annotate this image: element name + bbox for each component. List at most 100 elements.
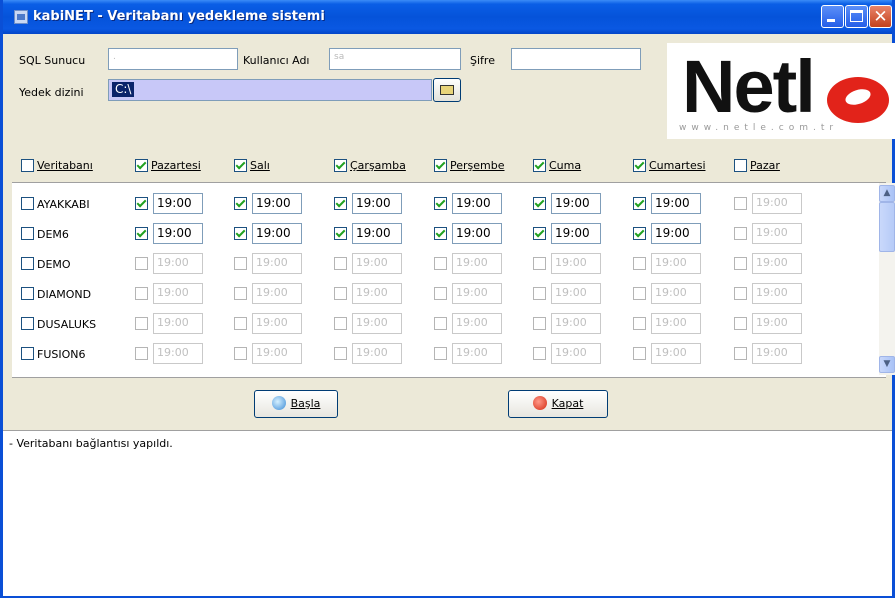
friday-checkbox[interactable] xyxy=(533,227,546,240)
thursday-checkbox[interactable] xyxy=(434,257,447,270)
monday-checkbox[interactable] xyxy=(135,227,148,240)
wednesday-time-input[interactable]: 19:00 xyxy=(352,343,402,364)
header-saturday-checkbox[interactable] xyxy=(633,159,646,172)
sunday-checkbox[interactable] xyxy=(734,257,747,270)
select-all-databases-checkbox[interactable] xyxy=(21,159,34,172)
database-checkbox[interactable] xyxy=(21,317,34,330)
database-checkbox[interactable] xyxy=(21,227,34,240)
tuesday-time-input[interactable]: 19:00 xyxy=(252,283,302,304)
friday-time-input[interactable]: 19:00 xyxy=(551,343,601,364)
wednesday-checkbox[interactable] xyxy=(334,347,347,360)
friday-checkbox[interactable] xyxy=(533,197,546,210)
sunday-time-input[interactable]: 19:00 xyxy=(752,283,802,304)
friday-time-input[interactable]: 19:00 xyxy=(551,253,601,274)
thursday-checkbox[interactable] xyxy=(434,347,447,360)
minimize-button[interactable] xyxy=(821,5,844,28)
tuesday-time-input[interactable]: 19:00 xyxy=(252,223,302,244)
thursday-time-input[interactable]: 19:00 xyxy=(452,223,502,244)
header-wednesday-checkbox[interactable] xyxy=(334,159,347,172)
grid-vertical-scrollbar[interactable]: ▲ ▼ xyxy=(879,183,895,375)
tuesday-time-input[interactable]: 19:00 xyxy=(252,343,302,364)
header-tuesday-checkbox[interactable] xyxy=(234,159,247,172)
thursday-time-input[interactable]: 19:00 xyxy=(452,283,502,304)
close-window-button[interactable]: ✕ xyxy=(869,5,892,28)
monday-time-input[interactable]: 19:00 xyxy=(153,253,203,274)
wednesday-checkbox[interactable] xyxy=(334,257,347,270)
wednesday-time-input[interactable]: 19:00 xyxy=(352,253,402,274)
monday-time-input[interactable]: 19:00 xyxy=(153,283,203,304)
wednesday-checkbox[interactable] xyxy=(334,227,347,240)
saturday-checkbox[interactable] xyxy=(633,197,646,210)
database-checkbox[interactable] xyxy=(21,197,34,210)
saturday-checkbox[interactable] xyxy=(633,257,646,270)
thursday-time-input[interactable]: 19:00 xyxy=(452,343,502,364)
saturday-time-input[interactable]: 19:00 xyxy=(651,283,701,304)
database-checkbox[interactable] xyxy=(21,347,34,360)
browse-folder-button[interactable] xyxy=(433,78,461,102)
thursday-checkbox[interactable] xyxy=(434,227,447,240)
log-panel[interactable]: - Veritabanı bağlantısı yapıldı. xyxy=(3,430,892,596)
header-thursday-checkbox[interactable] xyxy=(434,159,447,172)
monday-checkbox[interactable] xyxy=(135,257,148,270)
thursday-checkbox[interactable] xyxy=(434,197,447,210)
tuesday-checkbox[interactable] xyxy=(234,287,247,300)
thursday-checkbox[interactable] xyxy=(434,287,447,300)
monday-time-input[interactable]: 19:00 xyxy=(153,313,203,334)
scroll-down-icon[interactable]: ▼ xyxy=(879,356,895,373)
tuesday-checkbox[interactable] xyxy=(234,197,247,210)
tuesday-checkbox[interactable] xyxy=(234,257,247,270)
monday-time-input[interactable]: 19:00 xyxy=(153,343,203,364)
saturday-time-input[interactable]: 19:00 xyxy=(651,343,701,364)
wednesday-time-input[interactable]: 19:00 xyxy=(352,283,402,304)
thursday-time-input[interactable]: 19:00 xyxy=(452,193,502,214)
database-checkbox[interactable] xyxy=(21,257,34,270)
monday-checkbox[interactable] xyxy=(135,197,148,210)
wednesday-time-input[interactable]: 19:00 xyxy=(352,223,402,244)
tuesday-time-input[interactable]: 19:00 xyxy=(252,193,302,214)
tuesday-checkbox[interactable] xyxy=(234,227,247,240)
monday-checkbox[interactable] xyxy=(135,317,148,330)
close-button[interactable]: Kapat xyxy=(508,390,608,418)
friday-time-input[interactable]: 19:00 xyxy=(551,193,601,214)
friday-time-input[interactable]: 19:00 xyxy=(551,283,601,304)
database-checkbox[interactable] xyxy=(21,287,34,300)
scroll-thumb[interactable] xyxy=(879,202,895,252)
sunday-checkbox[interactable] xyxy=(734,317,747,330)
wednesday-checkbox[interactable] xyxy=(334,197,347,210)
sunday-time-input[interactable]: 19:00 xyxy=(752,343,802,364)
sunday-checkbox[interactable] xyxy=(734,287,747,300)
wednesday-checkbox[interactable] xyxy=(334,317,347,330)
title-bar[interactable]: kabiNET - Veritabanı yedekleme sistemi ✕ xyxy=(3,0,892,34)
saturday-checkbox[interactable] xyxy=(633,287,646,300)
tuesday-checkbox[interactable] xyxy=(234,347,247,360)
tuesday-checkbox[interactable] xyxy=(234,317,247,330)
thursday-checkbox[interactable] xyxy=(434,317,447,330)
wednesday-checkbox[interactable] xyxy=(334,287,347,300)
start-backup-button[interactable]: Başla xyxy=(254,390,338,418)
monday-time-input[interactable]: 19:00 xyxy=(153,193,203,214)
server-input[interactable]: . xyxy=(108,48,238,70)
thursday-time-input[interactable]: 19:00 xyxy=(452,313,502,334)
saturday-checkbox[interactable] xyxy=(633,347,646,360)
header-friday-checkbox[interactable] xyxy=(533,159,546,172)
sunday-time-input[interactable]: 19:00 xyxy=(752,313,802,334)
sunday-checkbox[interactable] xyxy=(734,347,747,360)
saturday-time-input[interactable]: 19:00 xyxy=(651,223,701,244)
sunday-checkbox[interactable] xyxy=(734,197,747,210)
sunday-time-input[interactable]: 19:00 xyxy=(752,253,802,274)
wednesday-time-input[interactable]: 19:00 xyxy=(352,193,402,214)
backup-dir-input[interactable]: C:\ xyxy=(108,79,432,101)
saturday-checkbox[interactable] xyxy=(633,227,646,240)
header-monday-checkbox[interactable] xyxy=(135,159,148,172)
friday-time-input[interactable]: 19:00 xyxy=(551,313,601,334)
friday-checkbox[interactable] xyxy=(533,317,546,330)
sunday-time-input[interactable]: 19:00 xyxy=(752,193,802,214)
saturday-checkbox[interactable] xyxy=(633,317,646,330)
saturday-time-input[interactable]: 19:00 xyxy=(651,313,701,334)
sunday-checkbox[interactable] xyxy=(734,227,747,240)
username-input[interactable]: sa xyxy=(329,48,461,70)
tuesday-time-input[interactable]: 19:00 xyxy=(252,313,302,334)
friday-checkbox[interactable] xyxy=(533,257,546,270)
maximize-button[interactable] xyxy=(845,5,868,28)
password-input[interactable] xyxy=(511,48,641,70)
